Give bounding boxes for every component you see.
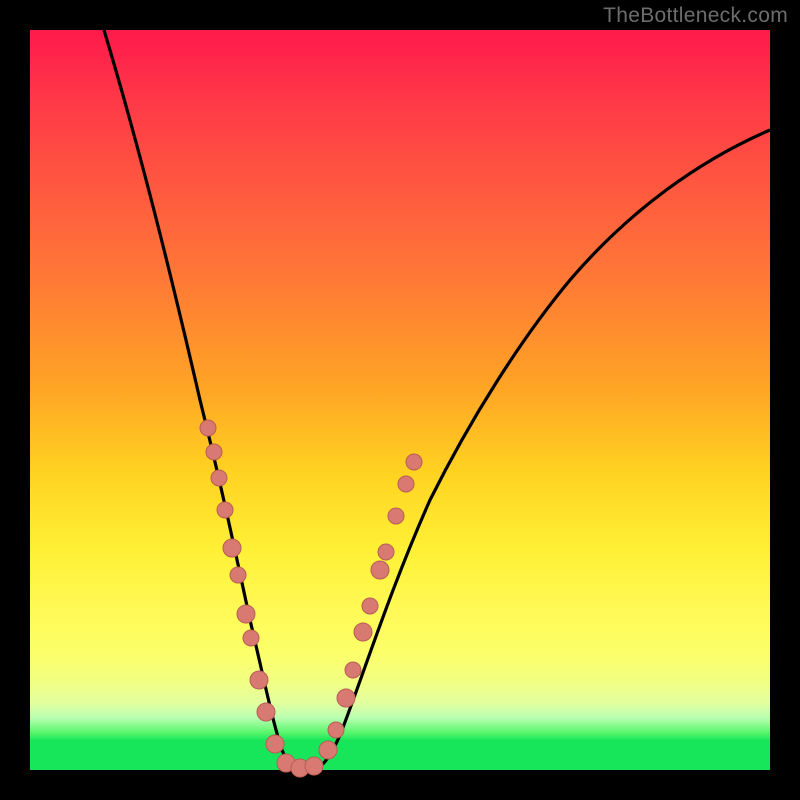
plot-area (30, 30, 770, 770)
bottleneck-curve (104, 30, 770, 770)
watermark-text: TheBottleneck.com (603, 4, 788, 28)
markers-left (200, 420, 323, 777)
curve-layer (30, 30, 770, 770)
markers-right (319, 454, 422, 759)
chart-frame: TheBottleneck.com (0, 0, 800, 800)
